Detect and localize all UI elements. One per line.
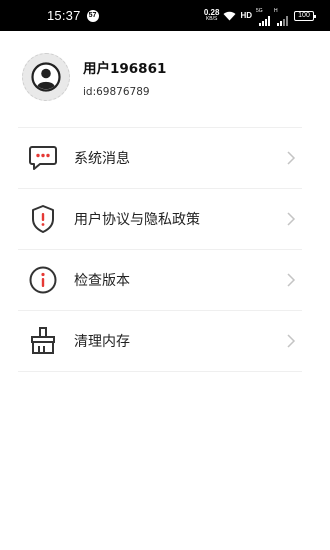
menu-item-check-version[interactable]: 检查版本 xyxy=(18,250,302,311)
message-icon xyxy=(28,143,58,173)
network-speed-unit: KB/S xyxy=(205,15,218,22)
menu-item-label: 用户协议与隐私政策 xyxy=(74,212,200,228)
chevron-right-icon xyxy=(287,212,296,226)
menu-item-user-agreement-privacy[interactable]: 用户协议与隐私政策 xyxy=(18,189,302,250)
settings-menu: 系统消息 用户协议与隐私政策 检查版本 清理内存 xyxy=(18,127,302,372)
signal-1-label: 5G xyxy=(256,7,263,14)
status-time: 15:37 xyxy=(47,8,81,23)
status-indicators: 0.28 KB/S HD 5G H 100 xyxy=(203,7,316,26)
chevron-right-icon xyxy=(287,273,296,287)
profile-header[interactable]: 用户196861 id:69876789 xyxy=(22,52,166,102)
broom-icon xyxy=(28,326,58,356)
network-speed: 0.28 KB/S xyxy=(203,7,220,23)
notification-badge: 57 xyxy=(86,9,99,22)
menu-item-system-messages[interactable]: 系统消息 xyxy=(18,128,302,189)
chevron-right-icon xyxy=(287,151,296,165)
menu-item-label: 系统消息 xyxy=(74,151,130,167)
hd-label: HD xyxy=(240,11,252,20)
chevron-right-icon xyxy=(287,334,296,348)
avatar[interactable] xyxy=(22,53,70,101)
network-speed-value: 0.28 xyxy=(203,7,220,17)
user-avatar-icon xyxy=(31,62,61,92)
profile-text: 用户196861 id:69876789 xyxy=(83,57,166,98)
menu-item-label: 检查版本 xyxy=(74,273,130,289)
user-id: id:69876789 xyxy=(83,85,150,98)
status-bar: 15:37 57 0.28 KB/S HD 5G H 100 xyxy=(0,0,330,31)
menu-item-clear-memory[interactable]: 清理内存 xyxy=(18,311,302,372)
shield-icon xyxy=(28,204,58,234)
battery-icon: 100 xyxy=(294,10,316,21)
wifi-icon xyxy=(223,11,236,20)
info-icon xyxy=(28,265,58,295)
signal-icon-2: H xyxy=(274,7,288,26)
signal-2-label: H xyxy=(274,7,278,14)
username: 用户196861 xyxy=(83,60,167,77)
signal-icon-1: 5G xyxy=(256,7,270,26)
menu-item-label: 清理内存 xyxy=(74,334,130,350)
